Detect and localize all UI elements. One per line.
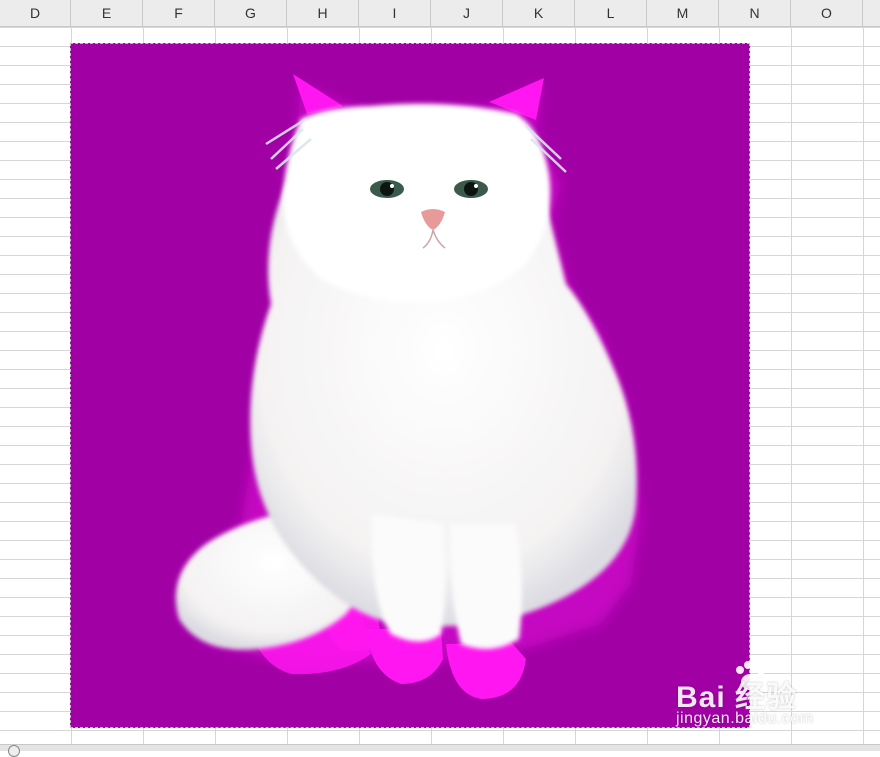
- column-header-m[interactable]: M: [647, 0, 719, 26]
- column-header-g[interactable]: G: [215, 0, 287, 26]
- column-header-f[interactable]: F: [143, 0, 215, 26]
- watermark-url: jingyan.baidu.com: [676, 710, 814, 727]
- column-header-row: D E F G H I J K L M N O: [0, 0, 880, 27]
- baidu-watermark: Bai 经验 jingyan.baidu.com: [676, 660, 846, 735]
- column-header-j[interactable]: J: [431, 0, 503, 26]
- column-header-h[interactable]: H: [287, 0, 359, 26]
- right-paw: [446, 642, 526, 699]
- column-header-i[interactable]: I: [359, 0, 431, 26]
- column-header-d[interactable]: D: [0, 0, 71, 26]
- column-header-l[interactable]: L: [575, 0, 647, 26]
- cat-image[interactable]: [70, 43, 750, 728]
- column-header-e[interactable]: E: [71, 0, 143, 26]
- column-header-n[interactable]: N: [719, 0, 791, 26]
- right-eye-highlight: [474, 184, 478, 188]
- column-header-o[interactable]: O: [791, 0, 863, 26]
- status-indicator-icon[interactable]: [8, 745, 20, 757]
- cat-head: [282, 103, 551, 303]
- column-header-k[interactable]: K: [503, 0, 575, 26]
- cat-right-leg: [450, 524, 522, 649]
- left-eye-highlight: [390, 184, 394, 188]
- cat-illustration: [175, 74, 641, 699]
